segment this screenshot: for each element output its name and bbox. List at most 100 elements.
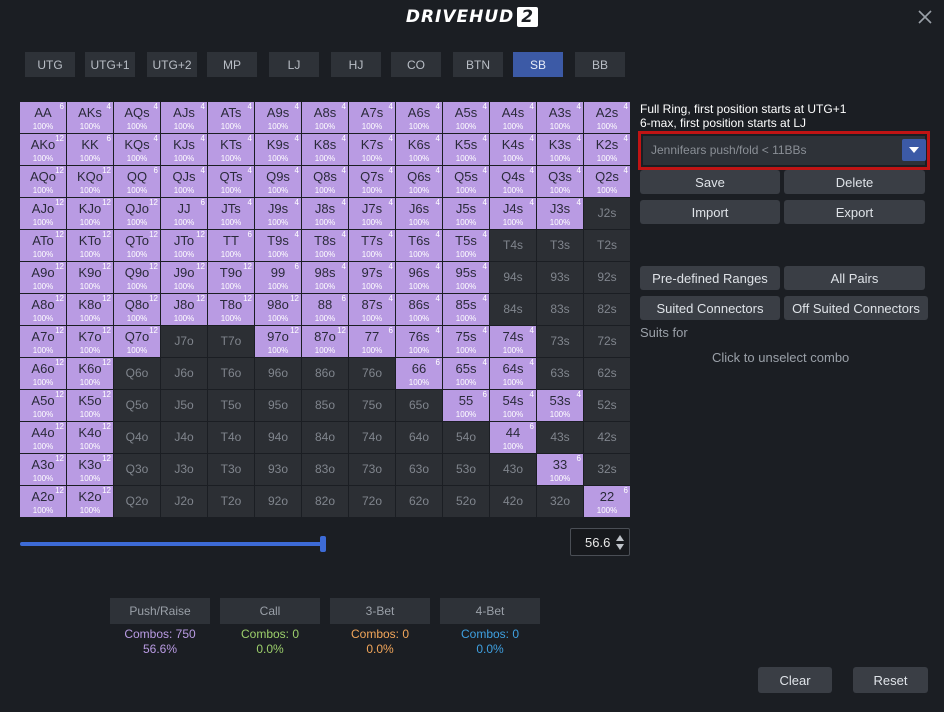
hand-cell[interactable]: 86o <box>302 358 348 389</box>
hand-cell[interactable]: K4s 4 100% <box>490 134 536 165</box>
hand-cell[interactable]: 87s 4 100% <box>349 294 395 325</box>
hand-cell[interactable]: KJs 4 100% <box>161 134 207 165</box>
hand-cell[interactable]: J9s 4 100% <box>255 198 301 229</box>
hand-cell[interactable]: JTs 4 100% <box>208 198 254 229</box>
hand-cell[interactable]: J8o 12 100% <box>161 294 207 325</box>
save-button[interactable]: Save <box>640 170 780 194</box>
hand-cell[interactable]: KTo 12 100% <box>67 230 113 261</box>
hand-cell[interactable]: T5o <box>208 390 254 421</box>
hand-cell[interactable]: 76s 4 100% <box>396 326 442 357</box>
hand-cell[interactable]: ATo 12 100% <box>20 230 66 261</box>
position-tab-co[interactable]: CO <box>391 52 441 77</box>
hand-cell[interactable]: J5s 4 100% <box>443 198 489 229</box>
hand-cell[interactable]: 75o <box>349 390 395 421</box>
hand-cell[interactable]: T6o <box>208 358 254 389</box>
hand-cell[interactable]: Q9o 12 100% <box>114 262 160 293</box>
hand-cell[interactable]: 94s <box>490 262 536 293</box>
hand-cell[interactable]: 74s 4 100% <box>490 326 536 357</box>
position-tab-btn[interactable]: BTN <box>453 52 503 77</box>
hand-cell[interactable]: J4o <box>161 422 207 453</box>
hand-cell[interactable]: K3o 12 100% <box>67 454 113 485</box>
hand-cell[interactable]: 53o <box>443 454 489 485</box>
hand-cell[interactable]: 98s 4 100% <box>302 262 348 293</box>
hand-cell[interactable]: Q3s 4 100% <box>537 166 583 197</box>
hand-cell[interactable]: 42s <box>584 422 630 453</box>
hand-cell[interactable]: 83s <box>537 294 583 325</box>
hand-cell[interactable]: QTo 12 100% <box>114 230 160 261</box>
hand-cell[interactable]: 65s 4 100% <box>443 358 489 389</box>
hand-cell[interactable]: T4o <box>208 422 254 453</box>
hand-cell[interactable]: AQs 4 100% <box>114 102 160 133</box>
hand-cell[interactable]: J6s 4 100% <box>396 198 442 229</box>
hand-cell[interactable]: 32s <box>584 454 630 485</box>
hand-cell[interactable]: J2s <box>584 198 630 229</box>
position-tab-bb[interactable]: BB <box>575 52 625 77</box>
hand-cell[interactable]: 93o <box>255 454 301 485</box>
slider-thumb[interactable] <box>320 536 326 552</box>
hand-cell[interactable]: J5o <box>161 390 207 421</box>
hand-cell[interactable]: 66 6 100% <box>396 358 442 389</box>
hand-cell[interactable]: 77 6 100% <box>349 326 395 357</box>
hand-cell[interactable]: K7s 4 100% <box>349 134 395 165</box>
hand-cell[interactable]: 75s 4 100% <box>443 326 489 357</box>
action-tab-push-raise[interactable]: Push/Raise <box>110 598 210 624</box>
range-percent-value[interactable]: 56.6 <box>585 535 610 550</box>
hand-cell[interactable]: 43o <box>490 454 536 485</box>
hand-cell[interactable]: 92s <box>584 262 630 293</box>
hand-cell[interactable]: K5o 12 100% <box>67 390 113 421</box>
hand-cell[interactable]: 73o <box>349 454 395 485</box>
hand-cell[interactable]: 86s 4 100% <box>396 294 442 325</box>
hand-cell[interactable]: Q7o 12 100% <box>114 326 160 357</box>
hand-cell[interactable]: A6o 12 100% <box>20 358 66 389</box>
hand-cell[interactable]: QJs 4 100% <box>161 166 207 197</box>
hand-cell[interactable]: J8s 4 100% <box>302 198 348 229</box>
hand-cell[interactable]: A7s 4 100% <box>349 102 395 133</box>
hand-cell[interactable]: 43s <box>537 422 583 453</box>
hand-cell[interactable]: T7o <box>208 326 254 357</box>
hand-cell[interactable]: A6s 4 100% <box>396 102 442 133</box>
hand-cell[interactable]: K6o 12 100% <box>67 358 113 389</box>
hand-cell[interactable]: A2s 4 100% <box>584 102 630 133</box>
hand-cell[interactable]: KQo 12 100% <box>67 166 113 197</box>
action-tab-4-bet[interactable]: 4-Bet <box>440 598 540 624</box>
hand-cell[interactable]: A5o 12 100% <box>20 390 66 421</box>
hand-cell[interactable]: K8s 4 100% <box>302 134 348 165</box>
hand-cell[interactable]: 96s 4 100% <box>396 262 442 293</box>
hand-cell[interactable]: AJo 12 100% <box>20 198 66 229</box>
hand-cell[interactable]: QQ 6 100% <box>114 166 160 197</box>
hand-cell[interactable]: 87o 12 100% <box>302 326 348 357</box>
hand-cell[interactable]: Q6s 4 100% <box>396 166 442 197</box>
hand-cell[interactable]: 62s <box>584 358 630 389</box>
hand-cell[interactable]: Q7s 4 100% <box>349 166 395 197</box>
action-tab-call[interactable]: Call <box>220 598 320 624</box>
hand-cell[interactable]: K5s 4 100% <box>443 134 489 165</box>
position-tab-hj[interactable]: HJ <box>331 52 381 77</box>
hand-cell[interactable]: K2o 12 100% <box>67 486 113 517</box>
hand-cell[interactable]: Q3o <box>114 454 160 485</box>
action-tab-3-bet[interactable]: 3-Bet <box>330 598 430 624</box>
hand-cell[interactable]: AKo 12 100% <box>20 134 66 165</box>
hand-cell[interactable]: A8o 12 100% <box>20 294 66 325</box>
hand-cell[interactable]: KQs 4 100% <box>114 134 160 165</box>
hand-cell[interactable]: Q2s 4 100% <box>584 166 630 197</box>
hand-cell[interactable]: 65o <box>396 390 442 421</box>
hand-cell[interactable]: 94o <box>255 422 301 453</box>
range-slider[interactable] <box>20 536 326 552</box>
hand-cell[interactable]: J2o <box>161 486 207 517</box>
hand-cell[interactable]: 73s <box>537 326 583 357</box>
hand-cell[interactable]: 63s <box>537 358 583 389</box>
hand-cell[interactable]: Q4o <box>114 422 160 453</box>
reset-button[interactable]: Reset <box>853 667 928 693</box>
hand-cell[interactable]: J6o <box>161 358 207 389</box>
slider-track[interactable] <box>20 542 326 546</box>
hand-cell[interactable]: Q5s 4 100% <box>443 166 489 197</box>
hand-cell[interactable]: Q8s 4 100% <box>302 166 348 197</box>
hand-cell[interactable]: Q2o <box>114 486 160 517</box>
hand-cell[interactable]: T8o 12 100% <box>208 294 254 325</box>
hand-cell[interactable]: K8o 12 100% <box>67 294 113 325</box>
hand-cell[interactable]: ATs 4 100% <box>208 102 254 133</box>
hand-cell[interactable]: T8s 4 100% <box>302 230 348 261</box>
hand-cell[interactable]: Q9s 4 100% <box>255 166 301 197</box>
hand-cell[interactable]: T9o 12 100% <box>208 262 254 293</box>
clear-button[interactable]: Clear <box>758 667 832 693</box>
